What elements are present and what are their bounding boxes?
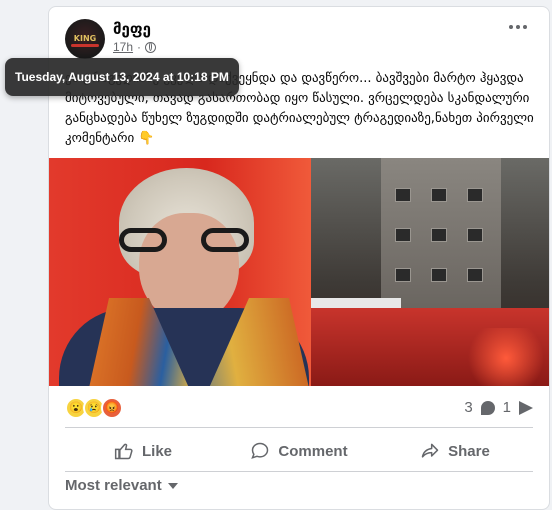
thumbs-up-icon [114, 443, 133, 460]
comment-sort-dropdown[interactable]: Most relevant [65, 477, 178, 494]
photo-left [49, 158, 311, 386]
post-photo[interactable] [49, 158, 549, 386]
light-glow [461, 328, 549, 386]
glasses-shape [119, 228, 249, 254]
comment-button[interactable]: Comment [221, 431, 377, 471]
comment-label: Comment [278, 442, 348, 460]
post-time[interactable]: 17h [113, 40, 133, 54]
comments-count[interactable]: 3 [464, 399, 472, 416]
timestamp-tooltip: Tuesday, August 13, 2024 at 10:18 PM [5, 58, 239, 96]
shares-count[interactable]: 1 [503, 399, 511, 416]
sort-label: Most relevant [65, 477, 162, 494]
share-button[interactable]: Share [377, 431, 533, 471]
action-bar: Like Comment Share [65, 431, 533, 471]
divider-top [65, 427, 533, 428]
photo-right [311, 158, 549, 386]
share-arrow-icon [519, 400, 533, 415]
like-label: Like [141, 442, 172, 460]
divider-bottom [65, 471, 533, 472]
avatar-stripe [71, 44, 99, 47]
engagement-counts: 3 1 [464, 399, 533, 416]
globe-icon [145, 41, 157, 53]
author-avatar[interactable]: KING [65, 19, 105, 59]
share-icon [421, 443, 439, 458]
more-options-icon[interactable] [509, 25, 527, 29]
post-meta: 17h · [113, 40, 157, 54]
avatar-text: KING [73, 34, 97, 43]
comment-bubble-icon [480, 400, 495, 415]
comment-icon [251, 442, 269, 459]
angry-reaction-icon: 😡 [101, 397, 123, 419]
author-name[interactable]: მეფე [113, 20, 151, 38]
like-button[interactable]: Like [65, 431, 221, 471]
caret-down-icon [167, 482, 178, 489]
reaction-icons[interactable]: 😮 😢 😡 [65, 397, 123, 419]
share-label: Share [448, 442, 490, 460]
